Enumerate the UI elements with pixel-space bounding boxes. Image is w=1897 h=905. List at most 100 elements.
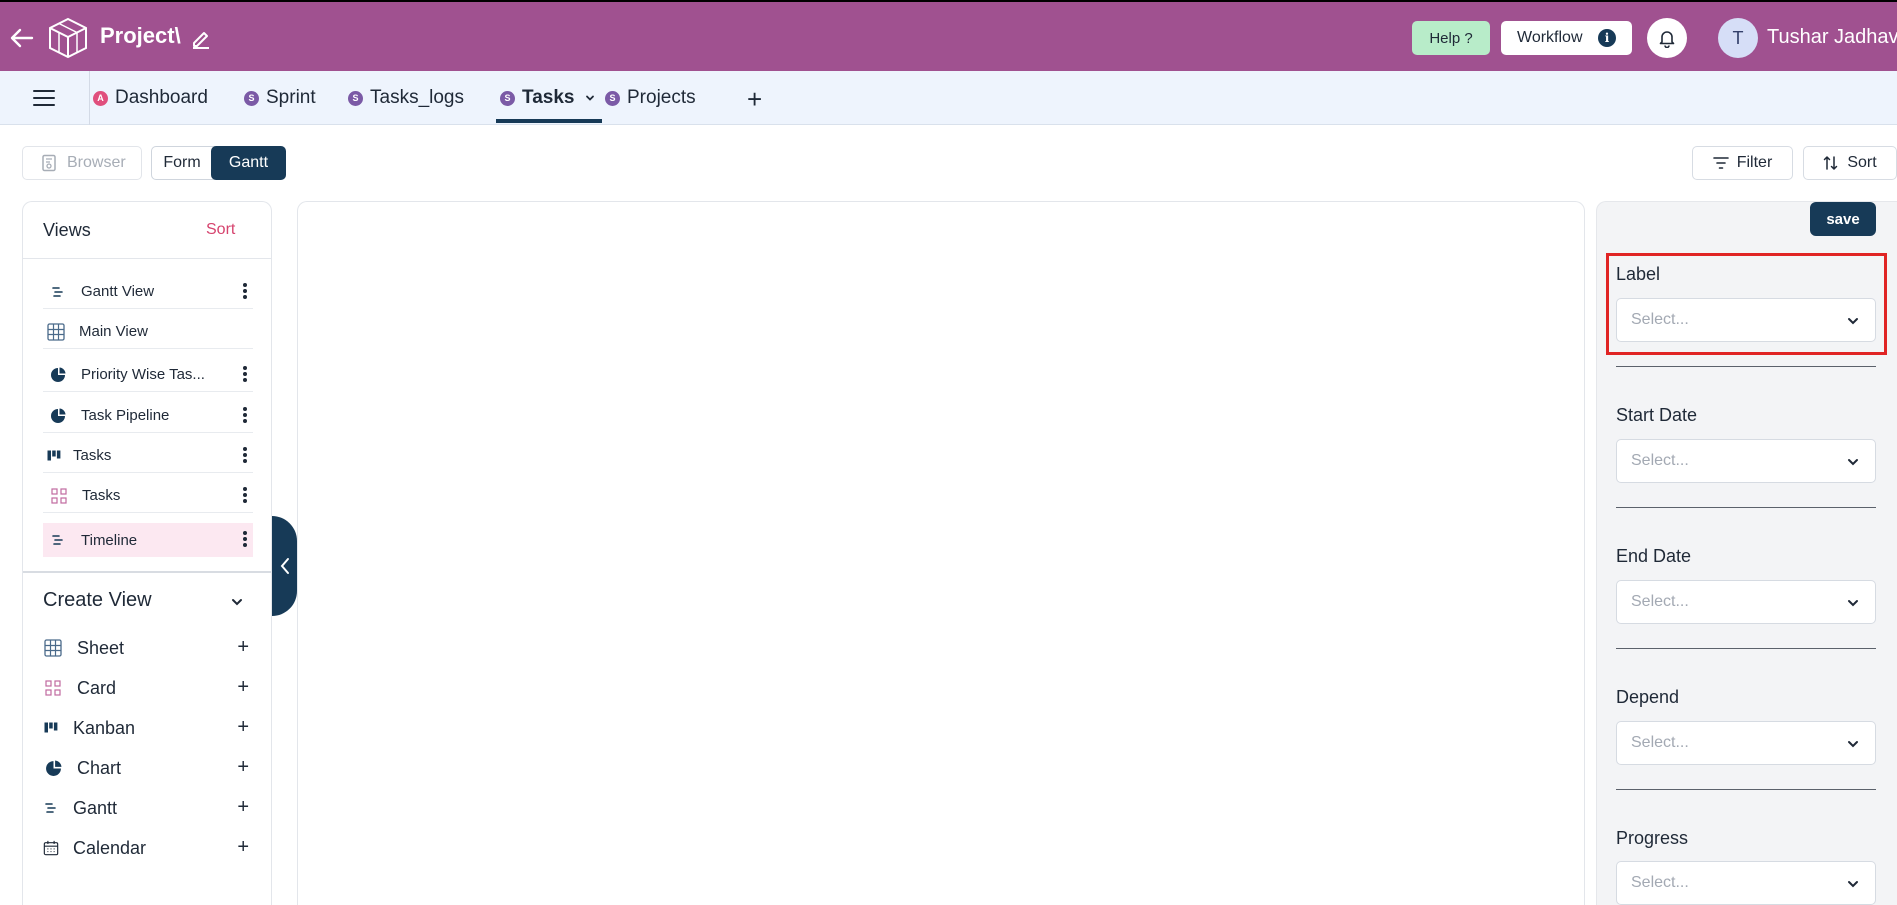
document-search-icon xyxy=(42,154,56,172)
select-placeholder: Select... xyxy=(1631,311,1689,328)
filter-icon xyxy=(1712,157,1729,169)
tab-divider xyxy=(89,71,90,125)
views-sort-button[interactable]: Sort xyxy=(206,221,235,239)
filter-button[interactable]: Filter xyxy=(1692,146,1793,180)
workflow-button[interactable]: Workflow i xyxy=(1501,21,1632,55)
view-item-label: Tasks xyxy=(82,487,121,504)
label-select[interactable]: Select... xyxy=(1616,298,1876,342)
view-item-label: Task Pipeline xyxy=(81,407,170,424)
user-avatar[interactable]: T xyxy=(1718,18,1758,58)
view-item-label: Timeline xyxy=(81,531,138,549)
info-icon: i xyxy=(1598,29,1616,47)
add-tab-button[interactable]: + xyxy=(747,84,762,115)
view-item-priority-wise[interactable]: Priority Wise Tas... xyxy=(43,358,253,392)
more-options-icon[interactable] xyxy=(243,283,247,301)
sheet-icon xyxy=(43,638,63,658)
end-date-select[interactable]: Select... xyxy=(1616,580,1876,624)
more-options-icon[interactable] xyxy=(243,366,247,384)
chevron-down-icon[interactable] xyxy=(584,92,596,104)
plus-icon[interactable]: + xyxy=(237,636,249,659)
menu-icon[interactable] xyxy=(30,87,58,109)
tab-label: Tasks xyxy=(522,87,575,108)
chevron-down-icon xyxy=(1848,881,1858,888)
create-view-gantt[interactable]: Gantt + xyxy=(43,793,253,823)
tab-badge: S xyxy=(605,90,620,106)
view-mode-toggle: Form Gantt xyxy=(151,146,286,180)
divider xyxy=(1616,507,1876,508)
chevron-down-icon xyxy=(1848,459,1858,466)
chevron-down-icon xyxy=(1848,600,1858,607)
tab-sprint[interactable]: S Sprint xyxy=(244,71,316,125)
gantt-canvas[interactable] xyxy=(297,201,1585,905)
tab-tasks-logs[interactable]: S Tasks_logs xyxy=(348,71,464,125)
view-item-tasks-kanban[interactable]: Tasks xyxy=(43,439,253,473)
plus-icon[interactable]: + xyxy=(237,836,249,859)
more-options-icon[interactable] xyxy=(243,531,247,549)
tab-dashboard[interactable]: A Dashboard xyxy=(93,71,208,125)
view-item-label: Gantt View xyxy=(81,283,155,300)
pencil-icon[interactable] xyxy=(190,27,212,49)
tab-badge: S xyxy=(244,90,259,106)
views-panel: Views Sort Gantt View Main View Priority… xyxy=(22,201,272,905)
divider xyxy=(1616,648,1876,649)
app-logo-icon xyxy=(49,17,87,59)
chevron-down-icon xyxy=(1848,318,1858,325)
gantt-icon xyxy=(49,283,67,301)
depend-select[interactable]: Select... xyxy=(1616,721,1876,765)
back-arrow-icon[interactable] xyxy=(8,24,36,52)
view-item-tasks-card[interactable]: Tasks xyxy=(43,479,253,513)
create-view-label: Card xyxy=(77,677,117,698)
create-view-sheet[interactable]: Sheet + xyxy=(43,633,253,663)
start-date-label: Start Date xyxy=(1616,405,1698,425)
sort-button[interactable]: Sort xyxy=(1803,146,1897,180)
tab-tasks[interactable]: S Tasks xyxy=(500,71,596,125)
start-date-select[interactable]: Select... xyxy=(1616,439,1876,483)
card-icon xyxy=(43,678,63,698)
progress-label: Progress xyxy=(1616,828,1689,848)
create-view-card[interactable]: Card + xyxy=(43,673,253,703)
create-view-chart[interactable]: Chart + xyxy=(43,753,253,783)
create-view-label: Sheet xyxy=(77,637,125,658)
create-view-label: Gantt xyxy=(73,797,118,818)
kanban-icon xyxy=(43,718,59,738)
user-name[interactable]: Tushar Jadhav xyxy=(1767,26,1897,49)
plus-icon[interactable]: + xyxy=(237,676,249,699)
progress-select[interactable]: Select... xyxy=(1616,861,1876,905)
pie-chart-icon xyxy=(49,407,67,425)
divider xyxy=(1616,789,1876,790)
tab-label: Dashboard xyxy=(115,87,208,108)
view-item-task-pipeline[interactable]: Task Pipeline xyxy=(43,399,253,433)
browser-button[interactable]: Browser xyxy=(22,146,142,180)
more-options-icon[interactable] xyxy=(243,447,247,465)
notifications-button[interactable] xyxy=(1647,18,1687,58)
workflow-label: Workflow xyxy=(1517,29,1583,46)
browser-label: Browser xyxy=(67,154,126,171)
chevron-down-icon[interactable] xyxy=(229,594,245,610)
tab-projects[interactable]: S Projects xyxy=(605,71,696,125)
collapse-sidebar-button[interactable] xyxy=(272,516,297,616)
gantt-icon xyxy=(49,531,67,549)
plus-icon[interactable]: + xyxy=(237,716,249,739)
more-options-icon[interactable] xyxy=(243,407,247,425)
end-date-label: End Date xyxy=(1616,546,1692,566)
view-item-timeline[interactable]: Timeline xyxy=(43,523,253,557)
gantt-mode-button[interactable]: Gantt xyxy=(211,146,286,180)
view-item-gantt-view[interactable]: Gantt View xyxy=(43,275,253,309)
kanban-icon xyxy=(45,447,63,465)
plus-icon[interactable]: + xyxy=(237,796,249,819)
chevron-down-icon xyxy=(1848,741,1858,748)
tab-label: Tasks_logs xyxy=(370,87,464,108)
tab-badge: S xyxy=(500,90,515,106)
save-button[interactable]: save xyxy=(1810,202,1876,236)
create-view-kanban[interactable]: Kanban + xyxy=(43,713,253,743)
card-icon xyxy=(50,487,68,505)
more-options-icon[interactable] xyxy=(243,487,247,505)
help-button[interactable]: Help ? xyxy=(1412,21,1490,55)
create-view-calendar[interactable]: Calendar + xyxy=(43,833,253,863)
view-item-main-view[interactable]: Main View xyxy=(43,315,253,349)
select-placeholder: Select... xyxy=(1631,593,1689,610)
plus-icon[interactable]: + xyxy=(237,756,249,779)
form-mode-button[interactable]: Form xyxy=(152,147,212,179)
views-title: Views xyxy=(43,220,91,240)
view-item-label: Main View xyxy=(79,323,148,340)
